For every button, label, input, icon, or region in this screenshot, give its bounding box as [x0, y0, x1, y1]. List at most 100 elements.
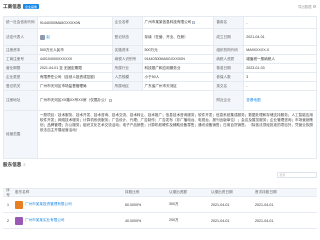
info-label: 工商注册号: [4, 55, 38, 63]
info-label: 实缴资本: [112, 46, 143, 54]
info-label: 人员规模: [112, 73, 143, 81]
investor-count: 2: [23, 162, 26, 167]
subscribed-date: 2021-04-01: [211, 218, 230, 223]
info-label: 所属行业: [112, 64, 143, 72]
row-number: 2: [7, 218, 9, 223]
investor-name-cell: 广州市某某实业有限公司: [13, 216, 123, 225]
staff-size-value: 小于50人: [143, 73, 215, 81]
registration-authority-value: 广州市天河区市场监督管理局: [38, 82, 113, 90]
company-name-text: 广州市某某信息科技有限公司: [144, 20, 192, 24]
info-label: 登记机关: [4, 82, 38, 90]
subscribed-date: 2021-04-01: [211, 202, 230, 207]
info-row: 注册地址 广州市天河区XX路XX号XX房（仅限办公） 附近企业 查看地图: [4, 91, 318, 111]
col-header[interactable]: 持股比例: [123, 190, 167, 195]
org-code-value: MA9XXXXX-X: [244, 46, 317, 54]
address-text: 广州市天河区XX路XX号XX房（仅限办公）: [39, 98, 109, 102]
business-term-value: 2021-04-01 至 无固定期限: [38, 64, 113, 72]
credit-code-value: 91440300MA5GXXXX0N: [38, 17, 113, 28]
investor-search-input[interactable]: 搜索: [277, 172, 317, 178]
col-header: 序号: [6, 187, 10, 197]
investor-name-link[interactable]: 广州市某某实业有限公司: [25, 218, 65, 223]
taxpayer-type-value: 增值税一般纳税人: [244, 55, 317, 63]
avatar: [39, 34, 45, 40]
location-icon[interactable]: [109, 99, 113, 102]
status-value: 存续（在营、开业、在册）: [143, 29, 215, 45]
info-label: 登记状态: [112, 29, 143, 45]
business-scope-value: 一般项目：技术服务、技术开发、技术咨询、技术交流、技术转让、技术推广；信息技术咨…: [38, 111, 317, 158]
info-row: 登记机关 广州市天河区市场监督管理局 所属地区 广东省广州市天河区 英文名 -: [4, 82, 317, 91]
info-label: 纳税人资质: [214, 55, 245, 63]
company-name-value: 广州市某某信息科技有限公司: [143, 17, 215, 28]
subscribed-amount: 300万: [169, 202, 179, 206]
taxpayer-id-value: 91440300MA5GXXXX0N: [143, 55, 215, 63]
investor-name-cell: 广州市某某投资管理有限公司: [13, 200, 123, 209]
nearby-value: 查看地图: [244, 91, 318, 110]
investor-name-link[interactable]: 广州市某某投资管理有限公司: [25, 202, 72, 207]
info-label: 附近企业: [214, 91, 245, 110]
info-label: 核准日期: [214, 64, 245, 72]
info-row: 企业类型 有限责任公司（自然人投资或控股） 人员规模 小于50人 参保人数 3: [4, 73, 317, 82]
enterprise-profile-badge[interactable]: 企业画像: [23, 3, 39, 10]
info-label: 所属地区: [112, 82, 143, 90]
info-icon[interactable]: [313, 5, 316, 8]
info-label: 纳税人识别号: [112, 55, 143, 63]
section-title: 工商信息: [3, 3, 22, 9]
info-label: 曾用名: [214, 17, 245, 28]
info-label: 营业期限: [4, 64, 38, 72]
info-label: 注册资本: [4, 46, 38, 54]
info-row: 经营范围 一般项目：技术服务、技术开发、技术咨询、技术交流、技术转让、技术推广；…: [4, 111, 317, 159]
info-row: 工商注册号 440104000XXXXXX 纳税人识别号 91440300MA5…: [4, 55, 317, 64]
info-label: 经营范围: [4, 111, 38, 158]
info-label: 企业名称: [112, 17, 143, 28]
col-header[interactable]: 认缴出资日期: [209, 190, 253, 195]
table-row: 2 广州市某某实业有限公司 40.0000% 200万 2021-04-01 2…: [3, 213, 317, 229]
investors-table: 序号 股东名称 持股比例 认缴出资额 认缴出资日期 首次持股日期 1 广州市某某…: [3, 188, 317, 229]
export-control[interactable]: 导出数据: [298, 4, 316, 9]
section-header-business-info: 工商信息 企业画像: [3, 3, 39, 10]
share-pct: 60.0000%: [125, 202, 142, 207]
first-hold-date: 2021-04-01: [255, 202, 274, 207]
table-header: 序号 股东名称 持股比例 认缴出资额 认缴出资日期 首次持股日期: [3, 187, 317, 197]
info-label: 英文名: [214, 82, 245, 90]
info-row: 营业期限 2021-04-01 至 无固定期限 所属行业 科技推广和应用服务业 …: [4, 64, 317, 73]
share-pct: 40.0000%: [125, 218, 142, 223]
section-title: 股东信息: [3, 161, 22, 167]
info-label: 企业类型: [4, 73, 38, 81]
first-hold-date: 2021-04-01: [255, 218, 274, 223]
approval-date-value: 2023-01-03: [244, 64, 317, 72]
copy-icon[interactable]: [192, 21, 196, 24]
info-row: 统一社会信用代码 91440300MA5GXXXX0N 企业名称 广州市某某信息…: [4, 17, 317, 29]
paid-capital-value: 500万元: [143, 46, 215, 54]
info-label: 成立日期: [214, 29, 245, 45]
export-label[interactable]: 导出数据: [298, 4, 312, 9]
business-info-table: 统一社会信用代码 91440300MA5GXXXX0N 企业名称 广州市某某信息…: [3, 16, 318, 159]
investor-toolbar: 搜索: [3, 172, 317, 180]
address-value: 广州市天河区XX路XX号XX房（仅限办公）: [38, 91, 215, 110]
info-row: 法定代表人 赵 登记状态 存续（在营、开业、在册） 成立日期 2021-04-0…: [4, 29, 317, 46]
info-label: 注册地址: [4, 91, 38, 110]
view-map-link[interactable]: 查看地图: [246, 98, 260, 103]
english-name-value: -: [244, 82, 317, 90]
info-label: 法定代表人: [4, 29, 38, 45]
info-label: 参保人数: [214, 73, 245, 81]
col-header[interactable]: 首次持股日期: [253, 190, 293, 195]
legal-rep-link[interactable]: 赵: [46, 35, 50, 40]
company-type-value: 有限责任公司（自然人投资或控股）: [38, 73, 113, 81]
company-logo: [15, 200, 23, 209]
company-logo: [15, 216, 23, 225]
registered-capital-value: 500万元人民币: [38, 46, 113, 54]
founded-date-value: 2021-04-01: [244, 29, 317, 45]
col-header: 股东名称: [15, 190, 30, 194]
section-header-investors: 股东信息 2: [3, 161, 26, 168]
table-row: 1 广州市某某投资管理有限公司 60.0000% 300万 2021-04-01…: [3, 197, 317, 213]
former-name-value: -: [244, 17, 317, 28]
info-label: 统一社会信用代码: [4, 17, 38, 28]
row-number: 1: [7, 202, 9, 207]
col-header[interactable]: 认缴出资额: [167, 190, 209, 195]
subscribed-amount: 200万: [169, 218, 179, 222]
insured-count-value: 3: [244, 73, 317, 81]
reg-number-value: 440104000XXXXXX: [38, 55, 113, 63]
info-label: 组织机构代码: [214, 46, 245, 54]
industry-value: 科技推广和应用服务业: [143, 64, 215, 72]
info-row: 注册资本 500万元人民币 实缴资本 500万元 组织机构代码 MA9XXXXX…: [4, 46, 317, 55]
